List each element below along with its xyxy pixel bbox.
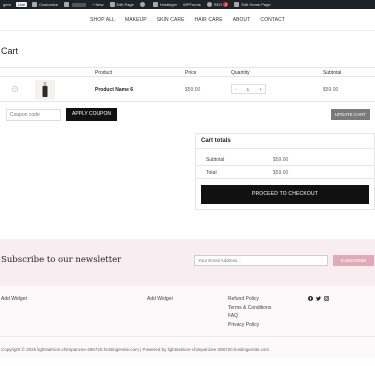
footer-widget-1[interactable]: Add Widget xyxy=(1,296,27,302)
page-title: Cart xyxy=(1,46,19,56)
totals-total-row: Total $59.00 xyxy=(196,166,375,179)
totals-total-label: Total xyxy=(206,170,217,176)
admin-hostinger[interactable]: Hostinger xyxy=(152,2,177,7)
subscribe-button[interactable]: SUBSCRIBE xyxy=(333,255,374,266)
qty-minus-button[interactable]: - xyxy=(235,87,237,92)
divider xyxy=(196,148,375,149)
totals-subtotal-value: $59.00 xyxy=(273,157,289,163)
newsletter-title: Subscribe to our newsletter xyxy=(1,255,122,265)
update-cart-button[interactable]: UPDATE CART xyxy=(331,109,370,120)
product-thumbnail[interactable] xyxy=(35,80,55,100)
footer-widget-2[interactable]: Add Widget xyxy=(147,296,173,302)
copyright-text: Copyright © 2025 lightsalmon-chimpanzee-… xyxy=(0,336,375,358)
nav-shop-all[interactable]: SHOP ALL xyxy=(90,17,115,23)
comment-icon xyxy=(64,2,70,7)
refund-policy-link[interactable]: Refund Policy xyxy=(228,296,271,302)
footer-links: Refund Policy Terms & Conditions FAQ Pri… xyxy=(228,296,271,330)
brush-icon xyxy=(32,2,38,7)
instagram-icon[interactable] xyxy=(324,296,329,301)
product-name-link[interactable]: Product Name 6 xyxy=(95,87,133,93)
nav-about[interactable]: ABOUT xyxy=(233,17,251,23)
admin-bar: gers Live Customize + New Edit Page Host… xyxy=(0,0,375,9)
quantity-stepper: - 1 + xyxy=(231,84,266,94)
pencil-icon xyxy=(109,2,115,7)
product-bottle-icon xyxy=(42,82,48,97)
admin-customize[interactable]: Customize xyxy=(32,2,58,7)
cart-table: Product Price Quantity Subtotal × Produc… xyxy=(0,67,375,102)
totals-subtotal-row: Subtotal $59.00 xyxy=(196,153,375,166)
admin-comments[interactable] xyxy=(64,2,87,7)
seo-icon xyxy=(206,2,212,7)
cart-totals: Cart totals Subtotal $59.00 Total $59.00… xyxy=(195,133,375,210)
header-price: Price xyxy=(185,70,197,76)
proceed-to-checkout-button[interactable]: PROCEED TO CHECKOUT xyxy=(201,185,369,204)
privacy-policy-link[interactable]: Privacy Policy xyxy=(228,322,271,328)
edit-home-label: Edit Home Page xyxy=(241,2,271,7)
newsletter-section: Subscribe to our newsletter SUBSCRIBE xyxy=(0,239,375,286)
row-subtotal: $59.00 xyxy=(323,87,339,93)
cart-table-header: Product Price Quantity Subtotal xyxy=(0,67,375,77)
seo-label: SEO xyxy=(213,2,223,7)
admin-edit-home[interactable]: Edit Home Page xyxy=(234,2,271,7)
terms-conditions-link[interactable]: Terms & Conditions xyxy=(228,305,271,311)
settings-icon xyxy=(139,2,145,7)
remove-item-button[interactable]: × xyxy=(12,86,18,92)
customize-label: Customize xyxy=(39,2,59,7)
newsletter-email-input[interactable] xyxy=(194,255,328,266)
admin-site-name[interactable]: gers xyxy=(3,2,11,7)
hostinger-icon xyxy=(152,2,158,7)
apply-coupon-button[interactable]: APPLY COUPON xyxy=(66,108,117,121)
admin-wpforms[interactable]: WPForms xyxy=(183,2,201,7)
cart-row: × Product Name 6 $59.00 - 1 + $59.00 xyxy=(0,77,375,102)
main-nav: SHOP ALL MAKEUP SKIN CARE HAIR CARE ABOU… xyxy=(0,9,375,31)
nav-makeup[interactable]: MAKEUP xyxy=(125,17,147,23)
hostinger-label: Hostinger xyxy=(159,2,177,7)
faq-link[interactable]: FAQ xyxy=(228,313,271,319)
header-product: Product xyxy=(95,70,113,76)
admin-edit-page[interactable]: Edit Page xyxy=(109,2,134,7)
edit-page-label: Edit Page xyxy=(116,2,134,7)
twitter-icon[interactable] xyxy=(316,296,321,301)
coupon-input[interactable] xyxy=(6,109,61,121)
comment-count xyxy=(72,2,87,7)
facebook-icon[interactable] xyxy=(308,296,313,301)
nav-contact[interactable]: CONTACT xyxy=(260,17,285,23)
qty-value[interactable]: 1 xyxy=(247,87,250,92)
wpforms-label: WPForms xyxy=(183,2,201,7)
admin-settings[interactable] xyxy=(139,2,147,7)
product-price: $59.00 xyxy=(185,87,201,93)
totals-total-value: $59.00 xyxy=(273,170,289,176)
nav-skin-care[interactable]: SKIN CARE xyxy=(157,17,185,23)
social-icons xyxy=(308,296,329,301)
totals-subtotal-label: Subtotal xyxy=(206,157,225,163)
qty-plus-button[interactable]: + xyxy=(259,87,262,92)
elementor-icon xyxy=(234,2,240,7)
header-quantity: Quantity xyxy=(231,70,250,76)
footer-widgets: Add Widget Add Widget Refund Policy Term… xyxy=(0,286,375,336)
cart-totals-title: Cart totals xyxy=(201,138,231,144)
header-subtotal: Subtotal xyxy=(323,70,342,76)
admin-seo[interactable]: SEO 2 xyxy=(206,2,229,7)
admin-new[interactable]: + New xyxy=(92,2,103,7)
plus-icon: + xyxy=(92,2,95,7)
nav-hair-care[interactable]: HAIR CARE xyxy=(195,17,223,23)
coupon-row: APPLY COUPON UPDATE CART xyxy=(0,104,375,126)
live-badge: Live xyxy=(15,2,28,7)
seo-count-badge: 2 xyxy=(223,2,229,7)
new-label: New xyxy=(95,2,104,7)
